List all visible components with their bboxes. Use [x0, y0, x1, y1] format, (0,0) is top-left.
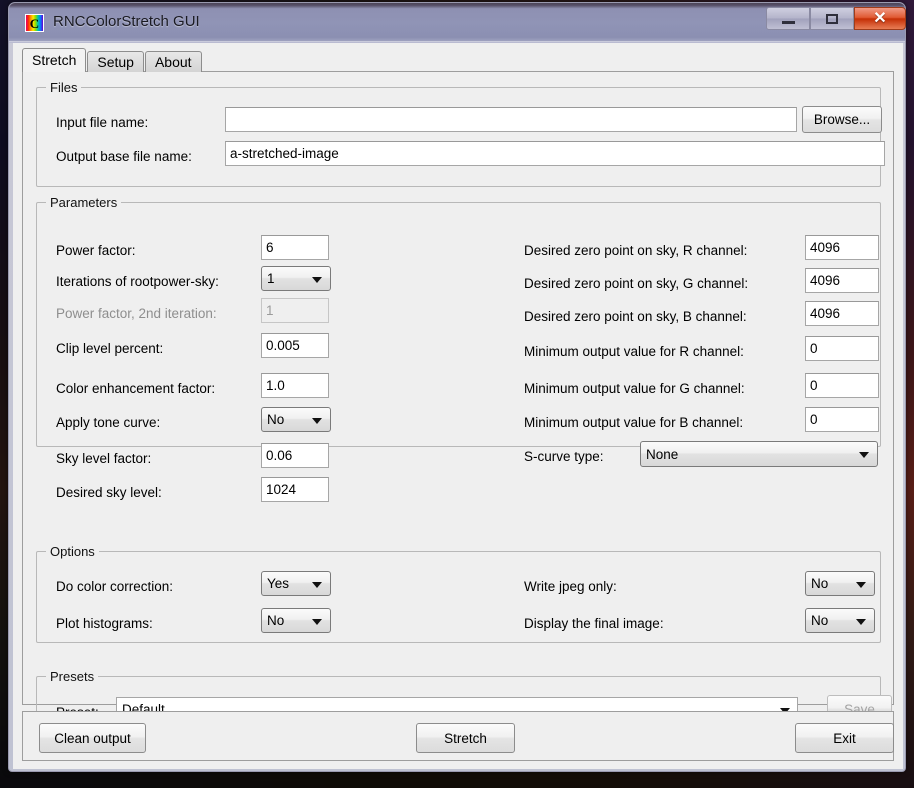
clip-level-label: Clip level percent: [56, 341, 164, 356]
power-factor-label: Power factor: [56, 243, 136, 258]
client-area: Stretch Setup About Files Input file nam… [13, 43, 903, 769]
apply-tone-curve-value: No [267, 412, 285, 427]
power-factor-field[interactable]: 6 [261, 235, 329, 260]
output-file-label: Output base file name: [56, 149, 192, 164]
min-output-g-label: Minimum output value for G channel: [524, 381, 745, 396]
do-color-correction-value: Yes [267, 576, 290, 591]
do-color-correction-label: Do color correction: [56, 579, 174, 594]
zero-point-b-field[interactable]: 4096 [805, 301, 879, 326]
group-parameters: Parameters Power factor: Iterations of r… [36, 195, 881, 502]
chevron-down-icon [312, 417, 322, 424]
application-window: C RNCColorStretch GUI ✕ Stretch Setup Ab… [8, 2, 906, 772]
chevron-down-icon [312, 618, 322, 625]
color-enhancement-label: Color enhancement factor: [56, 381, 216, 396]
display-final-image-label: Display the final image: [524, 616, 664, 631]
group-files-legend: Files [46, 80, 82, 95]
exit-button[interactable]: Exit [795, 723, 894, 753]
maximize-icon [826, 13, 838, 24]
window-title: RNCColorStretch GUI [53, 13, 200, 30]
scurve-combo[interactable]: None [640, 441, 878, 467]
display-final-image-combo[interactable]: No [805, 608, 875, 633]
tab-about[interactable]: About [144, 51, 202, 72]
apply-tone-curve-label: Apply tone curve: [56, 415, 161, 430]
zero-point-b-label: Desired zero point on sky, B channel: [524, 309, 747, 324]
clip-level-field[interactable]: 0.005 [261, 333, 329, 358]
maximize-button[interactable] [810, 7, 854, 30]
group-options-legend: Options [46, 544, 99, 559]
plot-histograms-label: Plot histograms: [56, 616, 153, 631]
zero-point-g-field[interactable]: 4096 [805, 268, 879, 293]
minimize-button[interactable] [766, 7, 810, 30]
iterations-combo[interactable]: 1 [261, 266, 331, 291]
chevron-down-icon [859, 452, 869, 458]
power-factor-2nd-label: Power factor, 2nd iteration: [56, 306, 217, 321]
min-output-b-field[interactable]: 0 [805, 407, 879, 432]
power-factor-2nd-field: 1 [261, 298, 329, 323]
min-output-g-field[interactable]: 0 [805, 373, 879, 398]
write-jpeg-only-value: No [811, 576, 829, 591]
tab-stretch[interactable]: Stretch [22, 48, 87, 72]
close-button[interactable]: ✕ [854, 7, 906, 30]
output-file-field[interactable]: a-stretched-image [225, 141, 885, 166]
desired-sky-level-label: Desired sky level: [56, 485, 162, 500]
scurve-label: S-curve type: [524, 449, 604, 464]
do-color-correction-combo[interactable]: Yes [261, 571, 331, 596]
plot-histograms-combo[interactable]: No [261, 608, 331, 633]
chevron-down-icon [312, 581, 322, 588]
tab-setup[interactable]: Setup [87, 51, 144, 72]
input-file-label: Input file name: [56, 115, 149, 130]
stretch-button[interactable]: Stretch [416, 723, 515, 753]
zero-point-r-label: Desired zero point on sky, R channel: [524, 243, 748, 258]
clean-output-button[interactable]: Clean output [39, 723, 146, 753]
title-bar: C RNCColorStretch GUI ✕ [9, 3, 906, 43]
display-final-image-value: No [811, 613, 829, 628]
chevron-down-icon [856, 618, 866, 625]
close-icon: ✕ [873, 9, 887, 27]
write-jpeg-only-combo[interactable]: No [805, 571, 875, 596]
zero-point-r-field[interactable]: 4096 [805, 235, 879, 260]
iterations-label: Iterations of rootpower-sky: [56, 274, 219, 289]
plot-histograms-value: No [267, 613, 285, 628]
chevron-down-icon [856, 581, 866, 588]
tab-strip: Stretch Setup About [22, 48, 203, 72]
chevron-down-icon [312, 276, 322, 283]
input-file-field[interactable] [225, 107, 797, 132]
sky-level-factor-label: Sky level factor: [56, 451, 152, 466]
iterations-combo-value: 1 [267, 271, 275, 286]
zero-point-g-label: Desired zero point on sky, G channel: [524, 276, 749, 291]
sky-level-factor-field[interactable]: 0.06 [261, 443, 329, 468]
scurve-combo-value: None [646, 446, 679, 462]
apply-tone-curve-combo[interactable]: No [261, 407, 331, 432]
write-jpeg-only-label: Write jpeg only: [524, 579, 617, 594]
group-presets-legend: Presets [46, 669, 99, 684]
group-parameters-legend: Parameters [46, 195, 122, 210]
color-enhancement-field[interactable]: 1.0 [261, 373, 329, 398]
action-bar: Clean output Stretch Exit [22, 711, 894, 761]
min-output-r-field[interactable]: 0 [805, 336, 879, 361]
group-files: Files Input file name: Browse... Output … [36, 80, 885, 187]
browse-button[interactable]: Browse... [802, 106, 882, 133]
group-options: Options Do color correction: Yes Plot hi… [36, 544, 881, 643]
min-output-b-label: Minimum output value for B channel: [524, 415, 744, 430]
minimize-icon [781, 20, 795, 24]
min-output-r-label: Minimum output value for R channel: [524, 344, 744, 359]
tab-panel-stretch: Files Input file name: Browse... Output … [22, 71, 894, 738]
desired-sky-level-field[interactable]: 1024 [261, 477, 329, 502]
app-icon: C [25, 14, 44, 32]
